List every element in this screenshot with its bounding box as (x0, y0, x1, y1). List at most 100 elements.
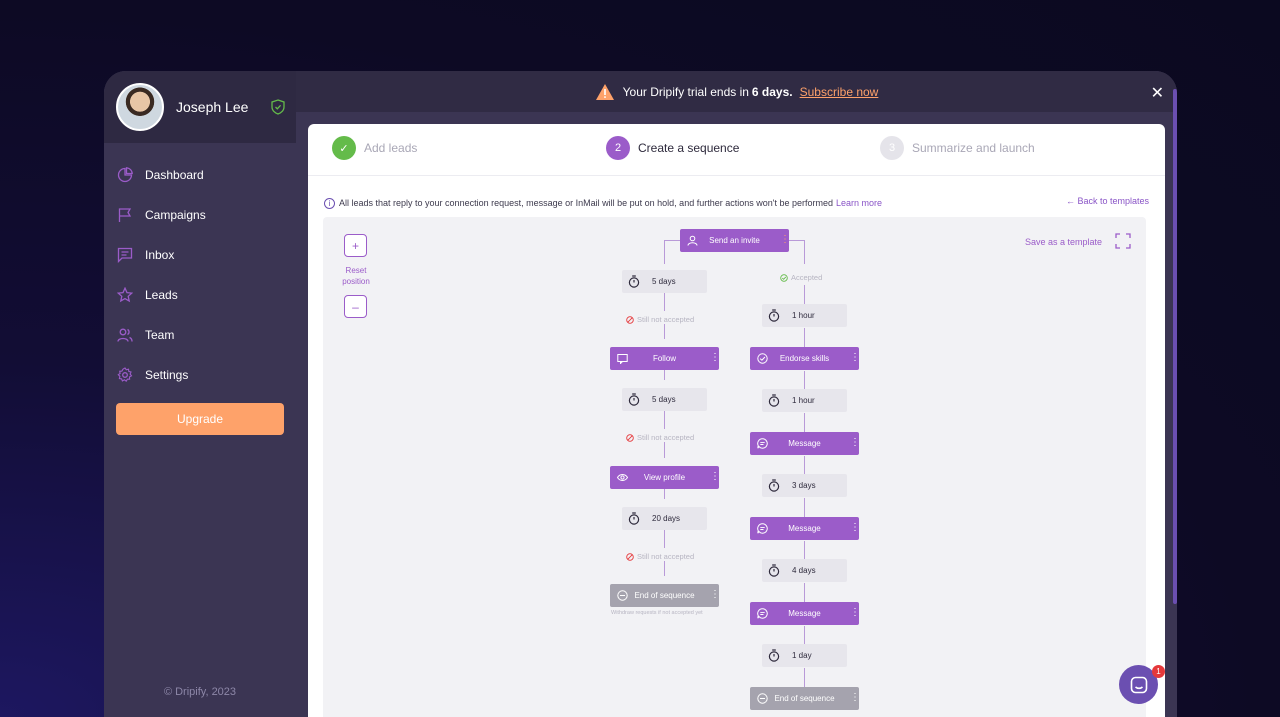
delay-block[interactable]: 3 days (762, 474, 847, 497)
info-notice: i All leads that reply to your connectio… (324, 196, 1149, 210)
end-note: Withdraw requests if not accepted yet (611, 610, 703, 616)
connector (664, 561, 665, 576)
more-icon[interactable]: ⋮ (850, 692, 860, 704)
content-panel: ✓ Add leads 2 Create a sequence 3 Summar… (308, 124, 1165, 717)
connector (804, 285, 805, 305)
trial-text: Your Dripify trial ends in (622, 84, 749, 99)
timer-icon (768, 649, 780, 662)
connector (804, 240, 805, 264)
delay-block[interactable]: 4 days (762, 559, 847, 582)
save-as-template-button[interactable]: Save as a template (1025, 237, 1102, 247)
gear-icon (117, 367, 133, 383)
node-label: Send an invite (709, 236, 760, 245)
sidebar-item-label: Settings (145, 368, 189, 382)
back-to-templates-link[interactable]: ← Back to templates (1066, 196, 1149, 206)
delay-block[interactable]: 1 hour (762, 389, 847, 412)
trial-banner: Your Dripify trial ends in 6 days. Subsc… (296, 71, 1177, 112)
step-label: Add leads (364, 141, 418, 155)
connector (804, 626, 805, 646)
condition-label: Accepted (780, 273, 822, 282)
more-icon[interactable]: ⋮ (850, 607, 860, 619)
sidebar-item-label: Dashboard (145, 168, 204, 182)
node-send-invite[interactable]: Send an invite ⋮ (680, 229, 790, 252)
flag-icon (118, 208, 132, 222)
close-icon[interactable]: ✕ (1151, 83, 1164, 103)
sidebar-item-label: Leads (145, 288, 178, 302)
more-icon[interactable]: ⋮ (850, 352, 860, 364)
node-message[interactable]: Message ⋮ (750, 517, 860, 540)
node-endorse-skills[interactable]: Endorse skills ⋮ (750, 347, 860, 370)
star-icon (117, 287, 133, 303)
node-label: Endorse skills (779, 354, 830, 363)
delay-label: 1 day (792, 651, 812, 660)
more-icon[interactable]: ⋮ (710, 589, 720, 601)
node-message[interactable]: Message ⋮ (750, 602, 860, 625)
info-icon: i (324, 197, 335, 209)
sidebar-item-campaigns[interactable]: Campaigns (104, 195, 296, 235)
more-icon[interactable]: ⋮ (850, 522, 860, 534)
users-icon (117, 328, 133, 342)
step-create-sequence[interactable]: 2 Create a sequence (606, 136, 739, 160)
delay-label: 1 hour (792, 396, 815, 405)
more-icon[interactable]: ⋮ (780, 234, 790, 246)
connector (664, 240, 680, 241)
node-end-of-sequence[interactable]: End of sequence ⋮ (610, 584, 720, 607)
sidebar-item-team[interactable]: Team (104, 315, 296, 355)
step-add-leads[interactable]: ✓ Add leads (332, 136, 417, 160)
sidebar-nav: Dashboard Campaigns Inbox Leads Team Set… (104, 155, 296, 395)
node-message[interactable]: Message ⋮ (750, 432, 860, 455)
node-follow[interactable]: Follow ⋮ (610, 347, 720, 370)
delay-block[interactable]: 5 days (622, 270, 707, 293)
timer-icon (768, 564, 780, 577)
node-end-of-sequence[interactable]: End of sequence ⋮ (750, 687, 860, 710)
profile-header[interactable]: Joseph Lee (104, 71, 296, 143)
node-label: End of sequence (774, 694, 835, 703)
sidebar-item-leads[interactable]: Leads (104, 275, 296, 315)
zoom-out-button[interactable]: – (344, 295, 367, 318)
delay-block[interactable]: 1 hour (762, 304, 847, 327)
delay-label: 20 days (652, 514, 681, 523)
delay-label: 5 days (652, 395, 676, 404)
more-icon[interactable]: ⋮ (710, 352, 720, 364)
ban-icon (626, 552, 634, 561)
condition-label: Still not accepted (626, 552, 694, 561)
avatar[interactable] (116, 83, 164, 131)
timer-icon (628, 393, 640, 406)
reset-position-button[interactable]: Reset position (335, 265, 377, 287)
scrollbar[interactable] (1173, 89, 1177, 604)
timer-icon (628, 275, 640, 288)
warning-icon (595, 83, 614, 100)
zoom-in-button[interactable]: + (344, 234, 367, 257)
copyright-text: © Dripify, 2023 (163, 686, 237, 698)
learn-more-link[interactable]: Learn more (836, 198, 882, 208)
delay-block[interactable]: 1 day (762, 644, 847, 667)
follow-icon (617, 354, 628, 364)
node-label: Follow (652, 354, 677, 363)
sidebar-item-inbox[interactable]: Inbox (104, 235, 296, 275)
ban-icon (626, 315, 634, 324)
more-icon[interactable]: ⋮ (710, 471, 720, 483)
step-check-icon: ✓ (332, 136, 356, 160)
ban-icon (626, 433, 634, 442)
app-window: Joseph Lee Dashboard Campaigns Inbox Lea… (104, 71, 1177, 717)
delay-block[interactable]: 20 days (622, 507, 707, 530)
node-view-profile[interactable]: View profile ⋮ (610, 466, 720, 489)
subscribe-link[interactable]: Subscribe now (800, 85, 879, 99)
step-label: Summarize and launch (912, 141, 1035, 155)
check-circle-icon (780, 273, 788, 282)
more-icon[interactable]: ⋮ (850, 437, 860, 449)
step-summarize-launch[interactable]: 3 Summarize and launch (880, 136, 1035, 160)
connector (804, 413, 805, 433)
delay-block[interactable]: 5 days (622, 388, 707, 411)
fullscreen-icon[interactable] (1115, 233, 1131, 249)
sequence-canvas[interactable]: + Reset position – Save as a template Se… (323, 217, 1146, 717)
condition-label: Still not accepted (626, 315, 694, 324)
upgrade-button[interactable]: Upgrade (116, 403, 284, 435)
connector (664, 530, 665, 548)
sidebar-item-settings[interactable]: Settings (104, 355, 296, 395)
main-area: Your Dripify trial ends in 6 days. Subsc… (296, 71, 1177, 717)
minus-circle-icon (617, 590, 628, 601)
condition-text: Still not accepted (637, 552, 695, 561)
sidebar-item-dashboard[interactable]: Dashboard (104, 155, 296, 195)
minus-circle-icon (757, 693, 768, 704)
